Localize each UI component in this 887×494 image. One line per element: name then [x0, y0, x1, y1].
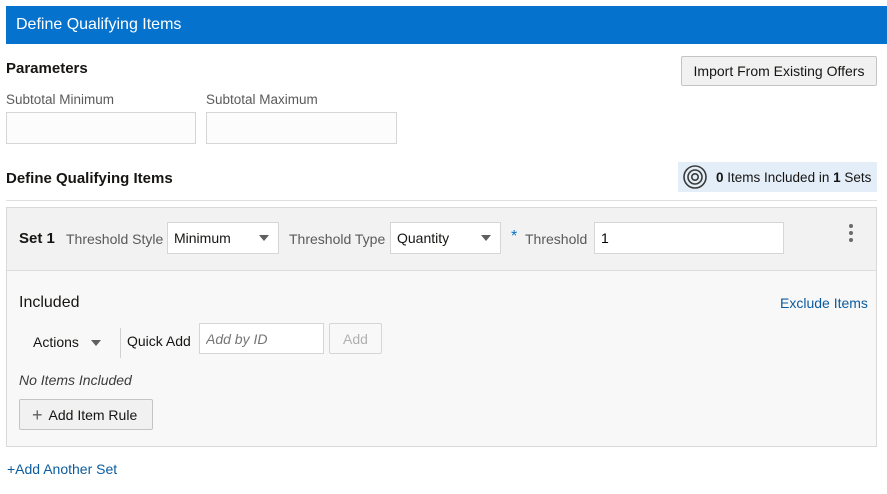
included-label: Included: [19, 294, 80, 311]
threshold-style-value: Minimum: [174, 230, 231, 246]
chevron-down-icon: [481, 235, 491, 241]
threshold-style-select[interactable]: Minimum: [167, 222, 279, 254]
subtotal-maximum-label: Subtotal Maximum: [206, 92, 318, 107]
actions-label: Actions: [33, 334, 79, 350]
required-marker: *: [511, 228, 518, 245]
section-header-title: Define Qualifying Items: [16, 16, 182, 33]
import-button-label: Import From Existing Offers: [693, 63, 865, 79]
add-another-set-link[interactable]: +Add Another Set: [7, 461, 117, 477]
kebab-menu-icon[interactable]: [845, 224, 857, 248]
toolbar-separator: [120, 328, 121, 358]
sets-count: 1: [833, 169, 841, 185]
add-item-rule-label: Add Item Rule: [48, 406, 138, 423]
threshold-label: Threshold: [525, 231, 588, 247]
items-count: 0: [716, 169, 724, 185]
actions-menu[interactable]: Actions: [33, 334, 101, 350]
items-text: Items Included in: [727, 169, 830, 185]
threshold-type-value: Quantity: [397, 230, 450, 246]
items-summary-badge: 0 Items Included in 1 Sets: [678, 162, 877, 192]
threshold-type-label: Threshold Type: [289, 231, 386, 247]
section-header: Define Qualifying Items: [6, 6, 887, 44]
set-title: Set 1: [19, 230, 55, 247]
no-items-text: No Items Included: [19, 372, 132, 388]
chevron-down-icon: [259, 235, 269, 241]
set-header: Set 1 Threshold Style Minimum Threshold …: [7, 208, 876, 271]
target-icon: [683, 165, 707, 189]
set-panel: Set 1 Threshold Style Minimum Threshold …: [6, 207, 877, 447]
chevron-down-icon: [90, 340, 101, 347]
qualifying-items-heading: Define Qualifying Items: [6, 170, 173, 187]
exclude-items-link[interactable]: Exclude Items: [780, 295, 868, 311]
add-button-label: Add: [343, 330, 368, 347]
add-button[interactable]: Add: [329, 323, 382, 354]
threshold-input[interactable]: [594, 222, 784, 254]
subtotal-minimum-input[interactable]: [6, 112, 196, 144]
parameters-heading: Parameters: [6, 60, 88, 77]
plus-icon: +: [32, 404, 43, 425]
section-divider: [6, 200, 877, 201]
import-from-existing-offers-button[interactable]: Import From Existing Offers: [681, 56, 877, 86]
subtotal-minimum-label: Subtotal Minimum: [6, 92, 115, 107]
subtotal-maximum-input[interactable]: [206, 112, 397, 144]
quick-add-label: Quick Add: [127, 333, 191, 349]
threshold-style-label: Threshold Style: [66, 231, 164, 247]
sets-text: Sets: [844, 169, 872, 185]
threshold-type-select[interactable]: Quantity: [390, 222, 501, 254]
quick-add-input[interactable]: [199, 323, 324, 354]
add-item-rule-button[interactable]: + Add Item Rule: [19, 399, 153, 430]
